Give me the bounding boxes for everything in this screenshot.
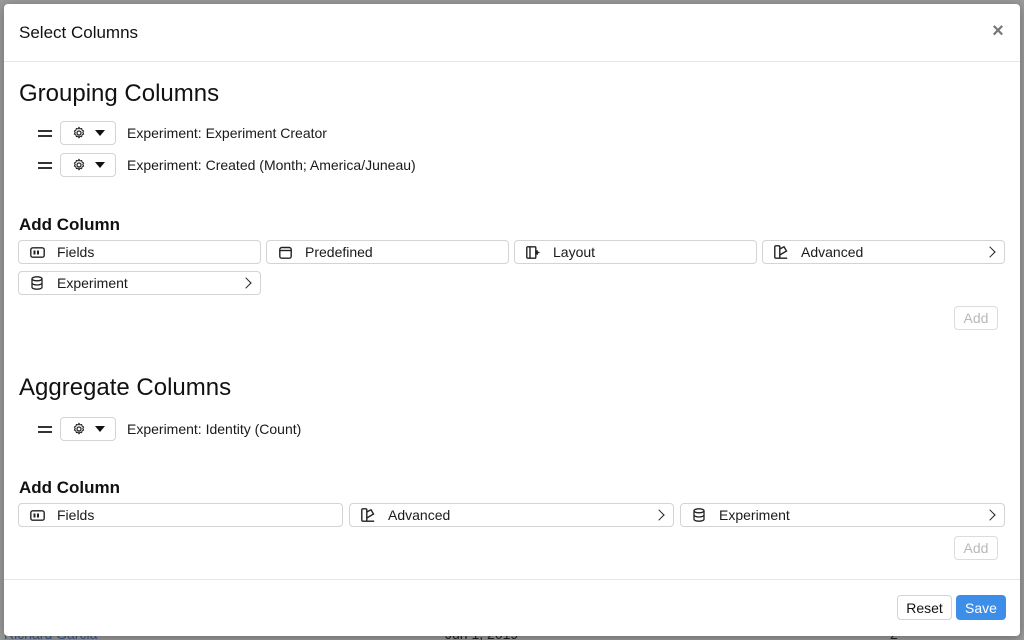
add-fields-button[interactable]: Fields — [18, 240, 261, 264]
caret-down-icon — [94, 162, 105, 168]
modal-body: Grouping Columns Experiment: Experiment … — [4, 63, 1020, 579]
caret-down-icon — [94, 426, 105, 432]
grouping-add-column-title: Add Column — [19, 215, 121, 234]
aggregate-add-button[interactable]: Add — [954, 536, 998, 560]
add-experiment-button[interactable]: Experiment — [18, 271, 261, 295]
drag-handle-icon[interactable] — [38, 424, 52, 434]
grouping-row: Experiment: Created (Month; America/June… — [38, 152, 416, 178]
fields-icon — [29, 507, 45, 523]
add-fields-label: Fields — [57, 507, 95, 523]
modal-footer: Reset Save — [4, 579, 1020, 636]
grouping-add-button[interactable]: Add — [954, 306, 998, 330]
add-advanced-label: Advanced — [801, 244, 864, 260]
add-experiment-label: Experiment — [719, 507, 790, 523]
add-layout-label: Layout — [553, 244, 596, 260]
close-icon[interactable]: × — [988, 21, 1008, 41]
add-predefined-button[interactable]: Predefined — [266, 240, 509, 264]
drag-handle-icon[interactable] — [38, 128, 52, 138]
advanced-icon — [773, 244, 789, 260]
aggregate-row: Experiment: Identity (Count) — [38, 416, 301, 442]
add-advanced-label: Advanced — [388, 507, 451, 523]
calendar-icon — [277, 244, 293, 260]
gear-icon — [73, 158, 84, 171]
chevron-right-icon — [984, 246, 996, 258]
fields-icon — [29, 244, 45, 260]
grouping-row-label: Experiment: Experiment Creator — [127, 125, 327, 141]
reset-button[interactable]: Reset — [897, 595, 952, 620]
modal-title: Select Columns — [19, 22, 139, 42]
gear-icon — [73, 126, 84, 139]
caret-down-icon — [94, 130, 105, 136]
grouping-row: Experiment: Experiment Creator — [38, 120, 327, 146]
add-advanced-button[interactable]: Advanced — [349, 503, 674, 527]
database-icon — [29, 275, 45, 291]
save-button[interactable]: Save — [956, 595, 1006, 620]
grouping-columns-title: Grouping Columns — [19, 80, 220, 107]
database-icon — [691, 507, 707, 523]
grouping-row-label: Experiment: Created (Month; America/June… — [127, 157, 416, 173]
row-options-dropdown[interactable] — [60, 417, 116, 441]
row-options-dropdown[interactable] — [60, 153, 116, 177]
chevron-right-icon — [984, 509, 996, 521]
drag-handle-icon[interactable] — [38, 160, 52, 170]
aggregate-add-column-title: Add Column — [19, 478, 121, 497]
chevron-right-icon — [653, 509, 665, 521]
aggregate-columns-title: Aggregate Columns — [19, 374, 232, 401]
modal-header: Select Columns × — [4, 4, 1020, 62]
add-fields-button[interactable]: Fields — [18, 503, 343, 527]
add-fields-label: Fields — [57, 244, 95, 260]
add-layout-button[interactable]: Layout — [514, 240, 757, 264]
add-experiment-button[interactable]: Experiment — [680, 503, 1005, 527]
add-predefined-label: Predefined — [305, 244, 373, 260]
layout-icon — [525, 244, 541, 260]
add-experiment-label: Experiment — [57, 275, 128, 291]
select-columns-modal: Select Columns × Grouping Columns Experi… — [4, 4, 1020, 636]
aggregate-row-label: Experiment: Identity (Count) — [127, 421, 302, 437]
add-advanced-button[interactable]: Advanced — [762, 240, 1005, 264]
advanced-icon — [360, 507, 376, 523]
gear-icon — [73, 422, 84, 435]
chevron-right-icon — [240, 277, 252, 289]
row-options-dropdown[interactable] — [60, 121, 116, 145]
